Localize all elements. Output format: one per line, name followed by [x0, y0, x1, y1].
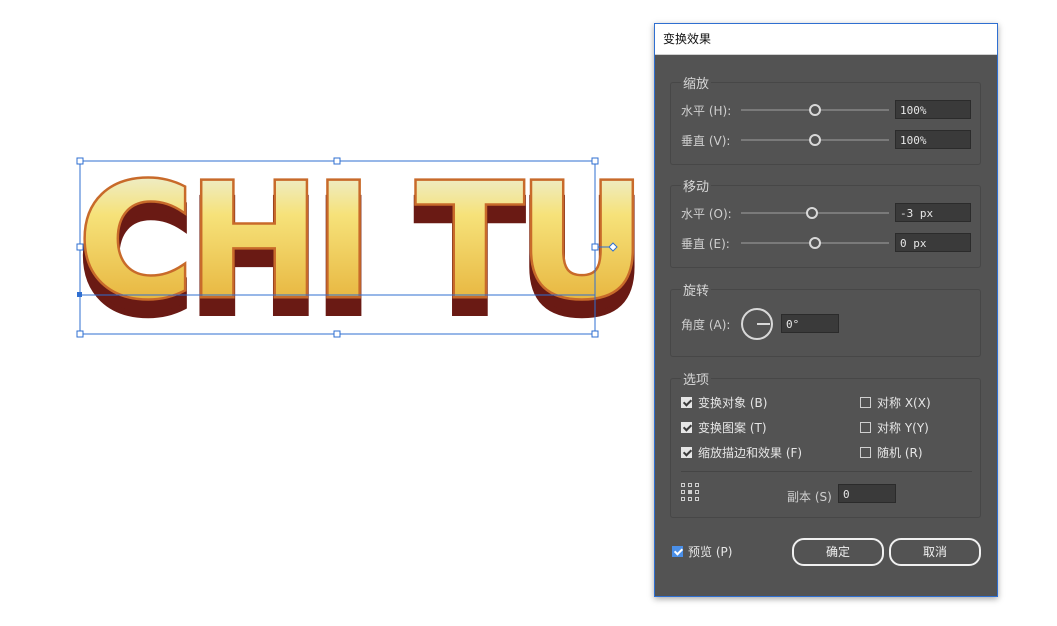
transform-objects-checkbox[interactable] — [681, 397, 692, 408]
rotate-group-label: 旋转 — [681, 280, 712, 299]
reference-point-icon[interactable] — [681, 483, 699, 501]
scale-strokes-checkbox[interactable] — [681, 447, 692, 458]
baseline-anchor — [77, 292, 82, 297]
move-vertical-label: 垂直 (E): — [681, 237, 730, 251]
rotate-angle-label: 角度 (A): — [681, 318, 731, 332]
dialog-title[interactable]: 变换效果 — [655, 24, 997, 55]
scale-vertical-input[interactable]: 100% — [895, 130, 971, 149]
reflect-x-checkbox[interactable] — [860, 397, 871, 408]
options-group: 选项 变换对象 (B) 变换图案 (T) 缩放描边和效果 (F) 对称 X(X)… — [670, 369, 981, 518]
options-group-label: 选项 — [681, 369, 712, 388]
copies-label: 副本 (S) — [787, 490, 832, 504]
copies-input[interactable]: 0 — [838, 484, 896, 503]
preview-label[interactable]: 预览 (P) — [688, 543, 732, 560]
random-checkbox[interactable] — [860, 447, 871, 458]
handle-bottom-middle — [333, 330, 341, 338]
preview-checkbox[interactable] — [672, 546, 683, 557]
scale-group-label: 缩放 — [681, 73, 712, 92]
move-vertical-input[interactable]: 0 px — [895, 233, 971, 252]
move-horizontal-slider[interactable] — [741, 207, 889, 219]
handle-top-left — [76, 157, 84, 165]
transform-patterns-label[interactable]: 变换图案 (T) — [698, 419, 767, 436]
transform-effect-dialog: 变换效果 缩放 水平 (H): 100% 垂直 (V): 100% 移动 水平 … — [654, 23, 998, 597]
ok-button[interactable]: 确定 — [792, 538, 884, 566]
handle-middle-left — [76, 243, 84, 251]
reflect-x-label[interactable]: 对称 X(X) — [877, 394, 931, 411]
slider-knob — [809, 237, 821, 249]
handle-bottom-right — [591, 330, 599, 338]
scale-horizontal-label: 水平 (H): — [681, 104, 732, 118]
handle-middle-right — [591, 243, 599, 251]
scale-horizontal-slider[interactable] — [741, 104, 889, 116]
move-horizontal-input[interactable]: -3 px — [895, 203, 971, 222]
reflect-y-checkbox[interactable] — [860, 422, 871, 433]
scale-vertical-label: 垂直 (V): — [681, 134, 731, 148]
slider-knob — [809, 134, 821, 146]
scale-strokes-label[interactable]: 缩放描边和效果 (F) — [698, 444, 802, 461]
scale-group: 缩放 水平 (H): 100% 垂直 (V): 100% — [670, 73, 981, 165]
slider-knob — [806, 207, 819, 219]
move-group-label: 移动 — [681, 176, 712, 195]
handle-top-middle — [333, 157, 341, 165]
scale-horizontal-input[interactable]: 100% — [895, 100, 971, 119]
options-divider — [681, 471, 972, 472]
cancel-button[interactable]: 取消 — [889, 538, 981, 566]
handle-bottom-left — [76, 330, 84, 338]
move-vertical-slider[interactable] — [741, 237, 889, 249]
angle-dial-hand — [757, 323, 770, 325]
transform-objects-label[interactable]: 变换对象 (B) — [698, 394, 767, 411]
canvas-artboard[interactable]: CHI TU CHI TU — [0, 0, 650, 626]
move-group: 移动 水平 (O): -3 px 垂直 (E): 0 px — [670, 176, 981, 268]
rotate-angle-input[interactable]: 0° — [781, 314, 839, 333]
handle-top-right — [591, 157, 599, 165]
slider-knob — [809, 104, 821, 116]
artwork-text[interactable]: CHI TU — [76, 148, 649, 337]
artwork-svg[interactable]: CHI TU CHI TU — [0, 0, 650, 626]
random-label[interactable]: 随机 (R) — [877, 444, 923, 461]
transform-patterns-checkbox[interactable] — [681, 422, 692, 433]
angle-dial[interactable] — [741, 308, 773, 340]
scale-vertical-slider[interactable] — [741, 134, 889, 146]
rotate-group: 旋转 角度 (A): 0° — [670, 280, 981, 357]
reflect-y-label[interactable]: 对称 Y(Y) — [877, 419, 929, 436]
move-horizontal-label: 水平 (O): — [681, 207, 732, 221]
